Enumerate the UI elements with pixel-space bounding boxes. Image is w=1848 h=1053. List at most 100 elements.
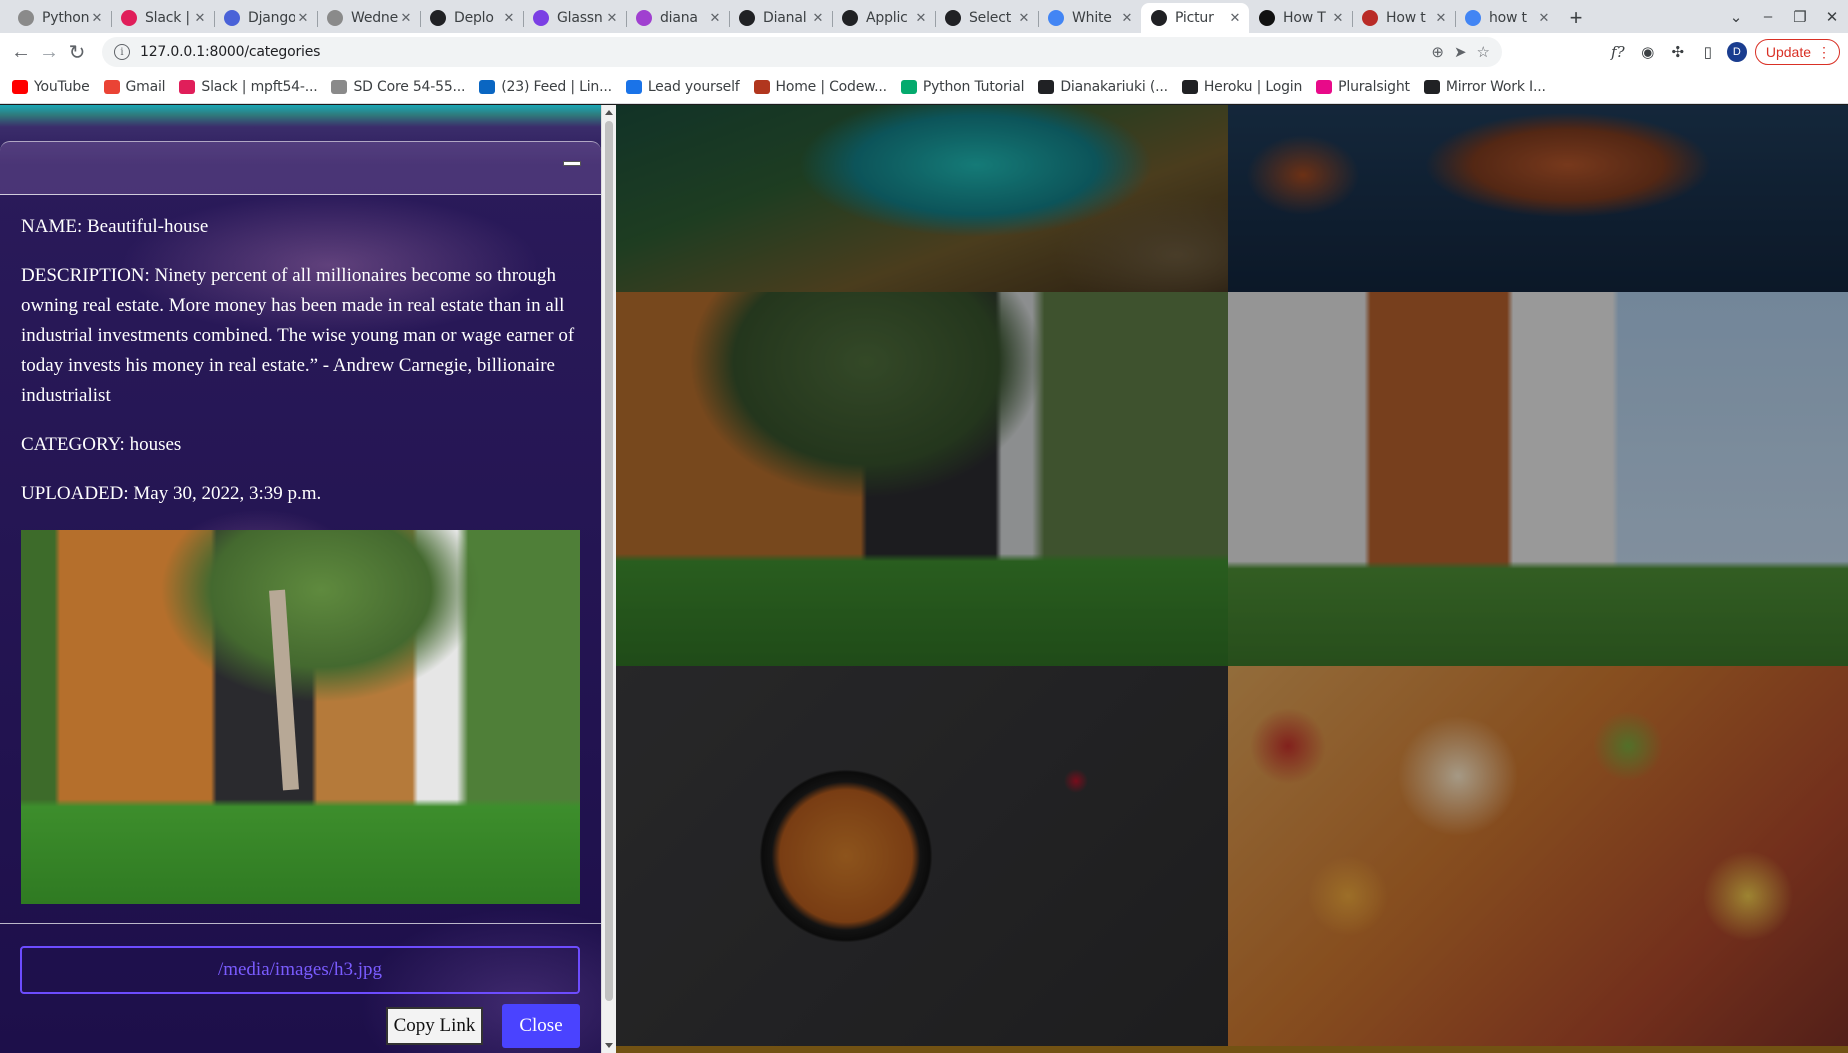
- kebab-menu-icon: ⋮: [1817, 43, 1831, 60]
- bookmark-item[interactable]: Gmail: [103, 79, 166, 95]
- browser-tab[interactable]: Dianal ✕: [729, 3, 832, 33]
- close-tab-icon[interactable]: ✕: [707, 10, 723, 26]
- close-tab-icon[interactable]: ✕: [604, 10, 620, 26]
- copy-link-button[interactable]: Copy Link: [386, 1007, 483, 1045]
- forward-icon[interactable]: →: [36, 39, 62, 65]
- tab-title: Python: [42, 10, 89, 26]
- scroll-up-arrow-icon[interactable]: [605, 110, 613, 115]
- close-tab-icon[interactable]: ✕: [295, 10, 311, 26]
- bookmark-item[interactable]: (23) Feed | Lin...: [479, 79, 612, 95]
- browser-tab[interactable]: how t ✕: [1455, 3, 1558, 33]
- browser-tab[interactable]: Pictur ✕: [1141, 3, 1249, 33]
- close-tab-icon[interactable]: ✕: [192, 10, 208, 26]
- close-tab-icon[interactable]: ✕: [1330, 10, 1346, 26]
- address-bar[interactable]: i 127.0.0.1:8000/categories ⊕ ➤ ☆: [102, 37, 1502, 67]
- close-tab-icon[interactable]: ✕: [398, 10, 414, 26]
- extension-fx-icon[interactable]: f?: [1607, 41, 1629, 63]
- bookmark-item[interactable]: Dianakariuki (...: [1038, 79, 1168, 95]
- bookmark-item[interactable]: Mirror Work I...: [1423, 79, 1546, 95]
- image-path-field[interactable]: /media/images/h3.jpg: [20, 946, 580, 994]
- window-controls: ⌄ – ❐ ✕: [1720, 0, 1848, 33]
- send-icon[interactable]: ➤: [1454, 43, 1467, 61]
- browser-tab[interactable]: Slack | ✕: [111, 3, 214, 33]
- close-tab-icon[interactable]: ✕: [89, 10, 105, 26]
- bookmark-item[interactable]: Home | Codew...: [753, 79, 888, 95]
- tab-strip: Python ✕ Slack | ✕ Django ✕ Wedne ✕ Deplo ✕ Glass…: [0, 0, 1848, 33]
- zoom-icon[interactable]: ⊕: [1431, 43, 1444, 61]
- scroll-down-arrow-icon[interactable]: [605, 1043, 613, 1048]
- close-tab-icon[interactable]: ✕: [1016, 10, 1032, 26]
- slack-icon: [179, 80, 196, 94]
- browser-tab[interactable]: White ✕: [1038, 3, 1141, 33]
- scroll-thumb[interactable]: [605, 121, 613, 1001]
- codewars-icon: [753, 80, 770, 94]
- bookmarks-bar: YouTube Gmail Slack | mpft54-... SD Core 54…: [0, 71, 1848, 104]
- gallery-image-house[interactable]: [1228, 292, 1848, 666]
- page-viewport: NAME: Beautiful-house DESCRIPTION: Ninet…: [0, 105, 1848, 1053]
- browser-tab[interactable]: Django ✕: [214, 3, 317, 33]
- browser-tab[interactable]: Python ✕: [8, 3, 111, 33]
- image-name: NAME: Beautiful-house: [21, 216, 209, 237]
- close-tab-icon[interactable]: ✕: [501, 10, 517, 26]
- close-tab-icon[interactable]: ✕: [913, 10, 929, 26]
- new-tab-button[interactable]: +: [1558, 3, 1594, 33]
- bookmark-item[interactable]: Pluralsight: [1316, 79, 1410, 95]
- bookmark-label: Gmail: [125, 79, 166, 95]
- bookmark-item[interactable]: Lead yourself: [625, 79, 740, 95]
- browser-toolbar: ← → ↻ i 127.0.0.1:8000/categories ⊕ ➤ ☆ …: [0, 33, 1848, 71]
- bookmark-item[interactable]: Python Tutorial: [900, 79, 1025, 95]
- bookmark-item[interactable]: YouTube: [12, 79, 90, 95]
- browser-tab[interactable]: Wedne ✕: [317, 3, 420, 33]
- extension-mask-icon[interactable]: ◉: [1637, 41, 1659, 63]
- modal-scrollbar[interactable]: [601, 105, 616, 1053]
- browser-tab[interactable]: Applic ✕: [832, 3, 935, 33]
- restore-icon[interactable]: ❐: [1784, 8, 1816, 26]
- tab-title: Glassn: [557, 10, 603, 26]
- bookmark-star-icon[interactable]: ☆: [1477, 43, 1490, 61]
- close-tab-icon[interactable]: ✕: [810, 10, 826, 26]
- close-tab-icon[interactable]: ✕: [1536, 10, 1552, 26]
- globe-icon: [1151, 10, 1167, 26]
- browser-tab[interactable]: How T ✕: [1249, 3, 1352, 33]
- gallery-image-paella[interactable]: [616, 666, 1228, 1046]
- modal-footer-divider: [0, 923, 601, 924]
- bookmark-label: Pluralsight: [1338, 79, 1410, 95]
- address-url: 127.0.0.1:8000/categories: [140, 44, 321, 60]
- close-window-icon[interactable]: ✕: [1816, 8, 1848, 26]
- browser-tab[interactable]: Glassn ✕: [523, 3, 626, 33]
- bookmark-item[interactable]: Slack | mpft54-...: [179, 79, 318, 95]
- browser-tab[interactable]: How t ✕: [1352, 3, 1455, 33]
- minimize-icon[interactable]: –: [1752, 8, 1784, 25]
- update-button[interactable]: Update ⋮: [1754, 39, 1840, 65]
- gallery-image-coast[interactable]: [616, 105, 1228, 292]
- tab-title: how t: [1489, 10, 1527, 26]
- image-category: CATEGORY: houses: [21, 434, 182, 455]
- minimize-modal-icon[interactable]: [563, 161, 581, 166]
- globe-icon: [945, 10, 961, 26]
- close-tab-icon[interactable]: ✕: [1119, 10, 1135, 26]
- tab-search-icon[interactable]: ⌄: [1720, 8, 1752, 26]
- profile-avatar[interactable]: D: [1726, 42, 1747, 62]
- modal-header: [0, 141, 601, 195]
- browser-tab[interactable]: Deplo ✕: [420, 3, 523, 33]
- extensions-puzzle-icon[interactable]: ✣: [1667, 41, 1689, 63]
- site-info-icon[interactable]: i: [114, 44, 130, 60]
- bookmark-label: Home | Codew...: [775, 79, 888, 95]
- python-icon: [331, 80, 348, 94]
- gallery-image-house[interactable]: [616, 292, 1228, 666]
- reload-icon[interactable]: ↻: [64, 39, 90, 65]
- bookmark-item[interactable]: SD Core 54-55...: [331, 79, 465, 95]
- github-icon: [430, 10, 446, 26]
- close-tab-icon[interactable]: ✕: [1227, 10, 1243, 26]
- browser-tab[interactable]: diana ✕: [626, 3, 729, 33]
- gallery-image-partial: [616, 1046, 1848, 1053]
- bookmark-item[interactable]: Heroku | Login: [1181, 79, 1303, 95]
- browser-tab[interactable]: Select ✕: [935, 3, 1038, 33]
- back-icon[interactable]: ←: [8, 39, 34, 65]
- close-tab-icon[interactable]: ✕: [1433, 10, 1449, 26]
- close-button[interactable]: Close: [502, 1004, 580, 1048]
- side-panel-icon[interactable]: ▯: [1697, 41, 1719, 63]
- gallery-image-food[interactable]: [1228, 666, 1848, 1046]
- bookmark-label: Heroku | Login: [1203, 79, 1303, 95]
- gallery-image-sea-turtle[interactable]: [1228, 105, 1848, 292]
